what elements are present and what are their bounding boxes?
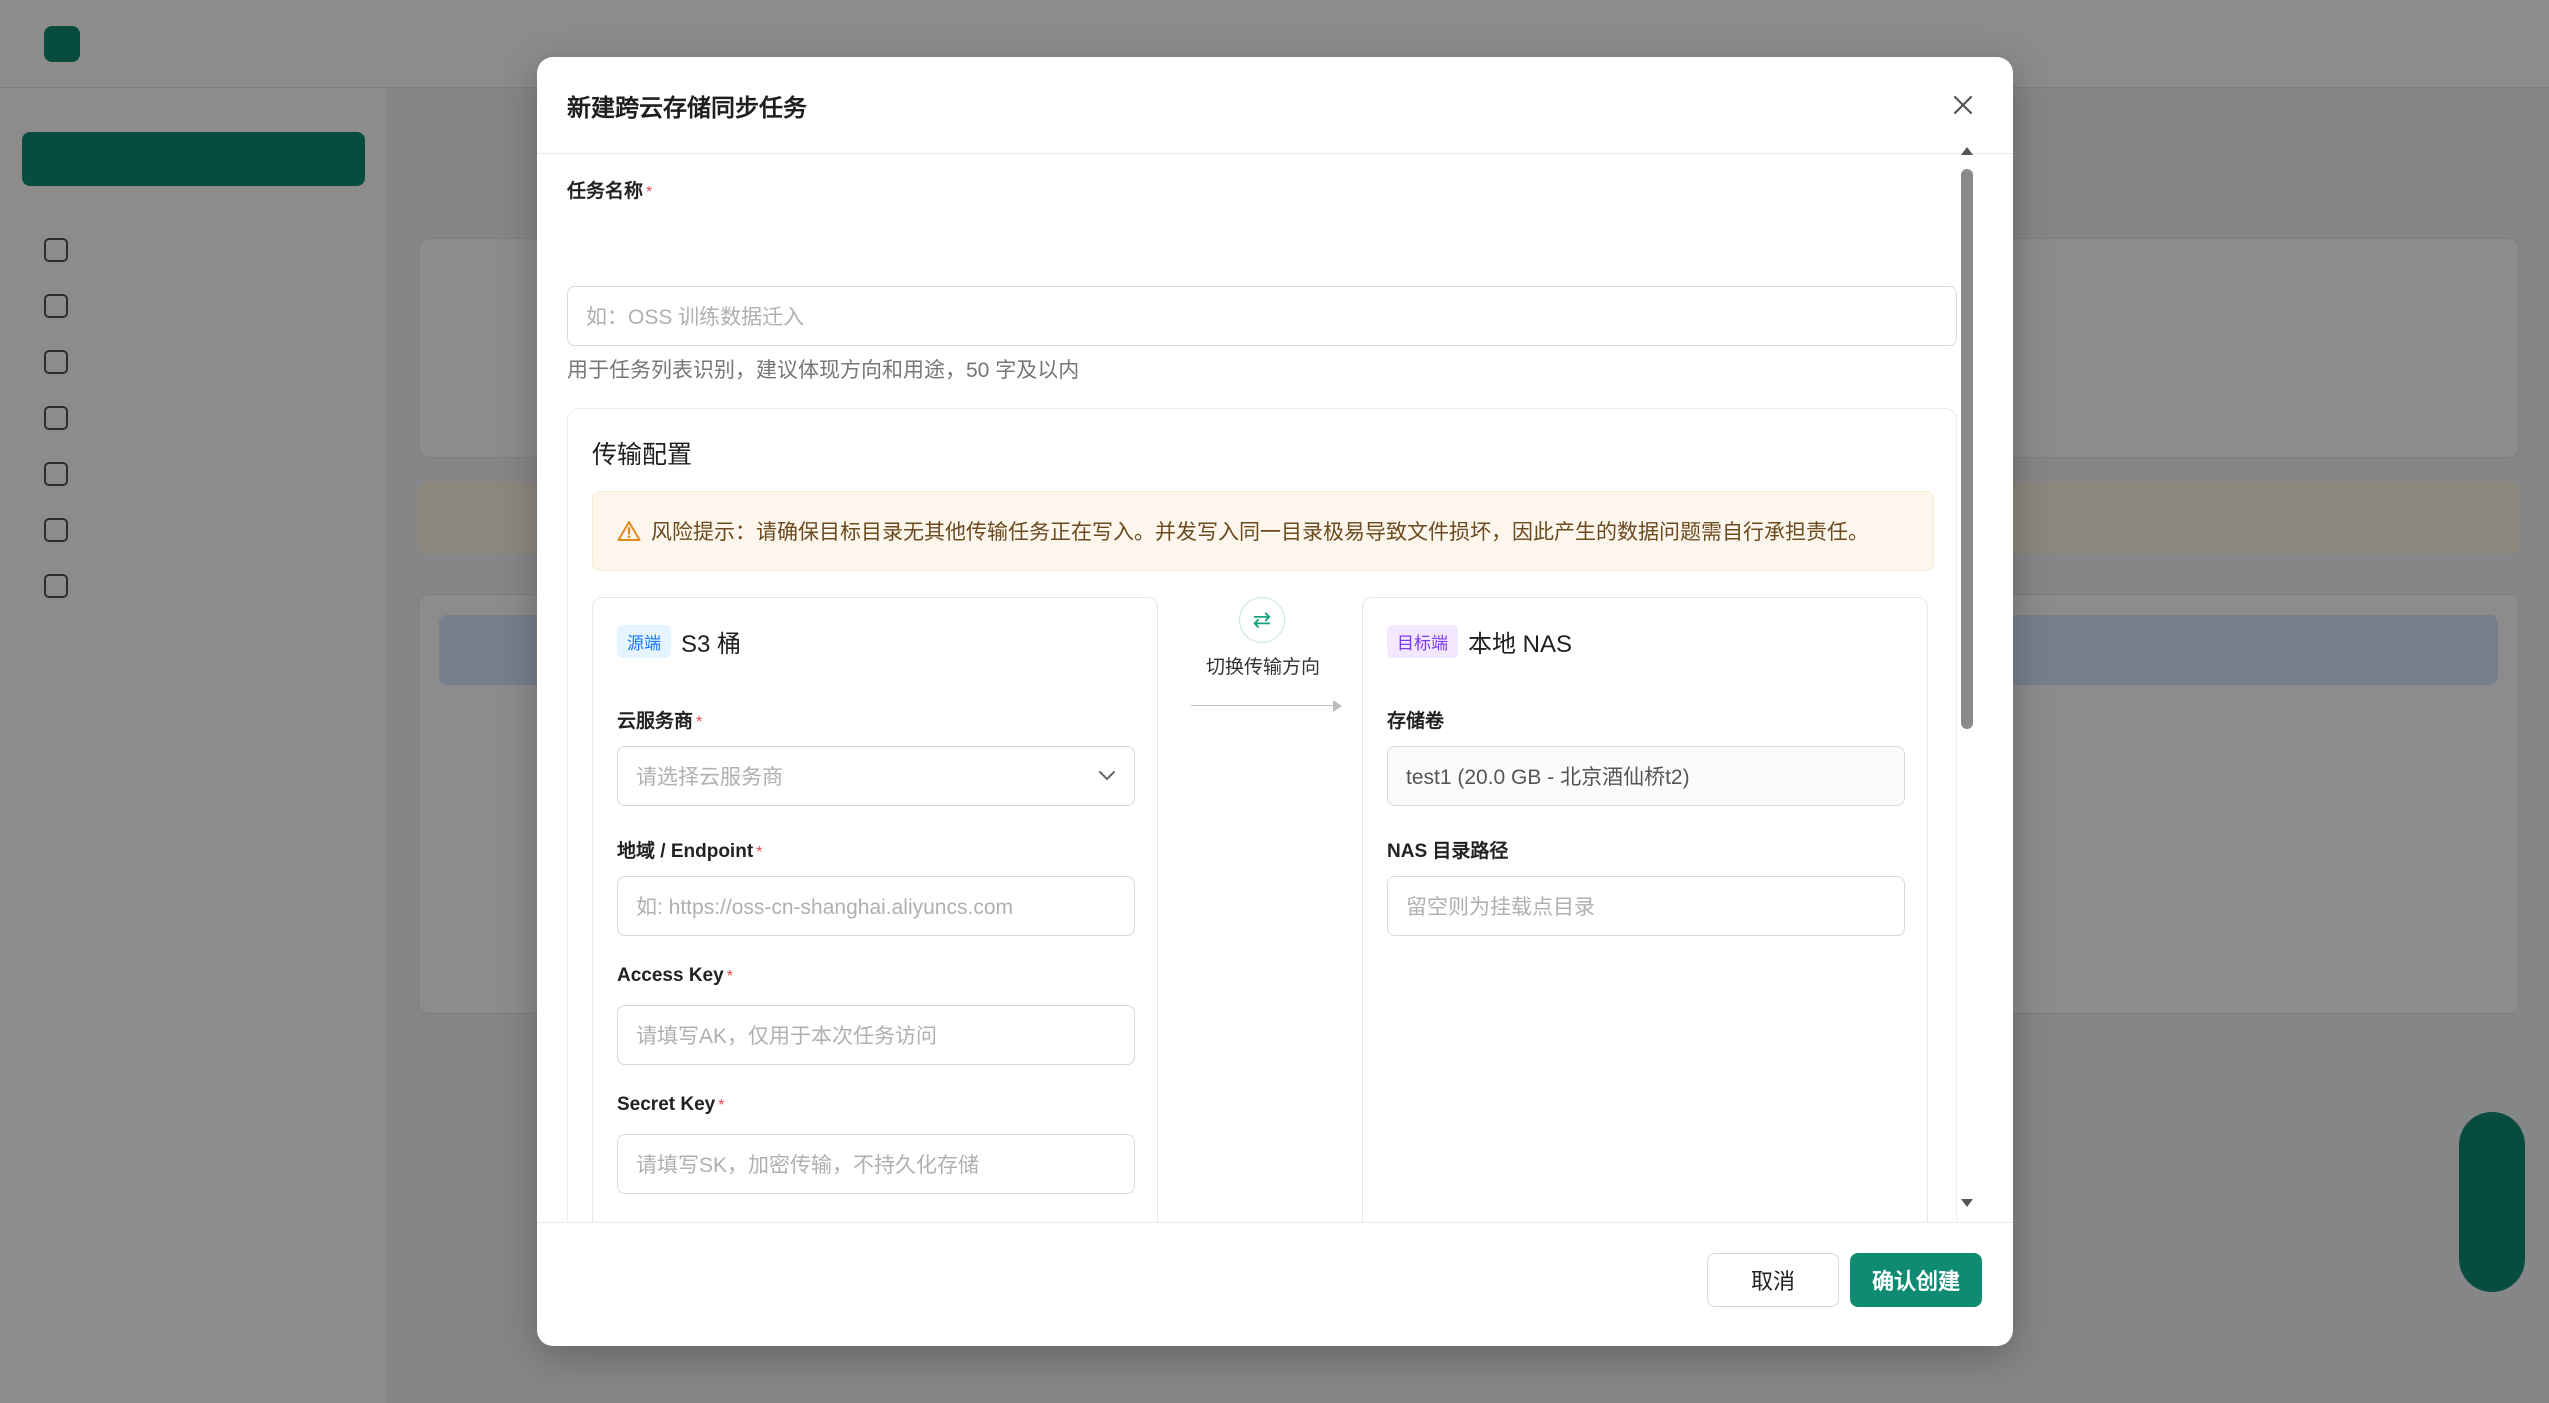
source-panel-header: 源端 S3 桶 bbox=[617, 624, 741, 659]
task-name-help: 用于任务列表识别，建议体现方向和用途，50 字及以内 bbox=[567, 359, 1080, 382]
target-tag: 目标端 bbox=[1387, 625, 1458, 658]
task-name-label-row: 任务名称 * bbox=[567, 176, 652, 203]
confirm-create-button[interactable]: 确认创建 bbox=[1850, 1253, 1982, 1307]
provider-label: 云服务商 bbox=[617, 711, 694, 732]
access-key-input[interactable]: 请填写AK，仅用于本次任务访问 bbox=[617, 1005, 1135, 1065]
switch-direction-button[interactable]: ⇄ 切换传输方向 bbox=[1183, 597, 1343, 717]
task-name-placeholder: 如：OSS 训练数据迁入 bbox=[586, 306, 805, 329]
endpoint-placeholder: 如: https://oss-cn-shanghai.aliyuncs.com bbox=[636, 896, 1013, 919]
access-key-placeholder: 请填写AK，仅用于本次任务访问 bbox=[636, 1025, 938, 1048]
required-mark: * bbox=[646, 184, 653, 201]
required-mark: * bbox=[718, 1097, 725, 1114]
source-panel: 源端 S3 桶 云服务商 * 请选择云服务商 地域 / Endpoint * 如… bbox=[592, 597, 1158, 1222]
dialog-footer: 取消 确认创建 bbox=[537, 1222, 2013, 1346]
cancel-button[interactable]: 取消 bbox=[1707, 1253, 1839, 1307]
dialog-title: 新建跨云存储同步任务 bbox=[567, 94, 807, 122]
source-tag: 源端 bbox=[617, 625, 671, 658]
risk-notice-text: 风险提示：请确保目标目录无其他传输任务正在写入。并发写入同一目录极易导致文件损坏… bbox=[651, 521, 1869, 544]
target-panel-header: 目标端 本地 NAS bbox=[1387, 624, 1572, 659]
target-panel: 目标端 本地 NAS 存储卷 test1 (20.0 GB - 北京酒仙桥t2)… bbox=[1362, 597, 1928, 1222]
provider-select[interactable]: 请选择云服务商 bbox=[617, 746, 1135, 806]
endpoint-input[interactable]: 如: https://oss-cn-shanghai.aliyuncs.com bbox=[617, 876, 1135, 936]
nas-path-label: NAS 目录路径 bbox=[1387, 841, 1509, 862]
provider-label-row: 云服务商 * bbox=[617, 706, 702, 733]
volume-value: test1 (20.0 GB - 北京酒仙桥t2) bbox=[1406, 766, 1690, 789]
access-key-label-row: Access Key * bbox=[617, 965, 733, 987]
task-name-label: 任务名称 bbox=[567, 181, 644, 202]
scroll-up-arrow-icon[interactable] bbox=[1961, 147, 1973, 155]
target-title: 本地 NAS bbox=[1468, 631, 1573, 658]
nas-path-placeholder: 留空则为挂载点目录 bbox=[1406, 896, 1595, 919]
dialog-body[interactable]: 任务名称 * 如：OSS 训练数据迁入 用于任务列表识别，建议体现方向和用途，50… bbox=[537, 154, 2013, 1222]
direction-arrow-line bbox=[1191, 705, 1341, 706]
create-sync-task-dialog: 新建跨云存储同步任务 任务名称 * 如：OSS 训练数据迁入 用于任务列表识别，建… bbox=[537, 57, 2013, 1346]
dialog-scrollbar[interactable] bbox=[1959, 147, 1973, 1215]
provider-placeholder: 请选择云服务商 bbox=[636, 766, 783, 789]
scroll-down-arrow-icon[interactable] bbox=[1961, 1199, 1973, 1207]
secret-key-label: Secret Key bbox=[617, 1094, 716, 1115]
task-name-input[interactable]: 如：OSS 训练数据迁入 bbox=[567, 286, 1957, 346]
warning-icon bbox=[617, 521, 641, 541]
transfer-config-title: 传输配置 bbox=[592, 441, 693, 469]
scrollbar-thumb[interactable] bbox=[1961, 169, 1973, 729]
volume-label-row: 存储卷 bbox=[1387, 706, 1444, 733]
close-icon bbox=[1953, 95, 1973, 115]
required-mark: * bbox=[696, 714, 703, 731]
secret-key-placeholder: 请填写SK，加密传输，不持久化存储 bbox=[636, 1154, 980, 1177]
access-key-label: Access Key bbox=[617, 965, 724, 986]
endpoint-label-row: 地域 / Endpoint * bbox=[617, 836, 762, 863]
close-button[interactable] bbox=[1943, 85, 1983, 125]
volume-field: test1 (20.0 GB - 北京酒仙桥t2) bbox=[1387, 746, 1905, 806]
swap-icon: ⇄ bbox=[1239, 597, 1285, 643]
risk-notice: 风险提示：请确保目标目录无其他传输任务正在写入。并发写入同一目录极易导致文件损坏… bbox=[592, 491, 1934, 571]
dialog-header: 新建跨云存储同步任务 bbox=[537, 57, 2013, 154]
nas-path-label-row: NAS 目录路径 bbox=[1387, 836, 1508, 863]
secret-key-input[interactable]: 请填写SK，加密传输，不持久化存储 bbox=[617, 1134, 1135, 1194]
source-title: S3 桶 bbox=[681, 631, 742, 658]
endpoint-label: 地域 / Endpoint bbox=[617, 841, 754, 862]
nas-path-input[interactable]: 留空则为挂载点目录 bbox=[1387, 876, 1905, 936]
switch-direction-label: 切换传输方向 bbox=[1205, 657, 1320, 678]
volume-label: 存储卷 bbox=[1387, 711, 1445, 732]
transfer-config-section: 传输配置 风险提示：请确保目标目录无其他传输任务正在写入。并发写入同一目录极易导… bbox=[567, 408, 1957, 1222]
required-mark: * bbox=[756, 844, 763, 861]
required-mark: * bbox=[726, 968, 733, 985]
arrow-right-icon bbox=[1333, 700, 1342, 712]
secret-key-label-row: Secret Key * bbox=[617, 1094, 724, 1116]
chevron-down-icon bbox=[1099, 771, 1115, 781]
